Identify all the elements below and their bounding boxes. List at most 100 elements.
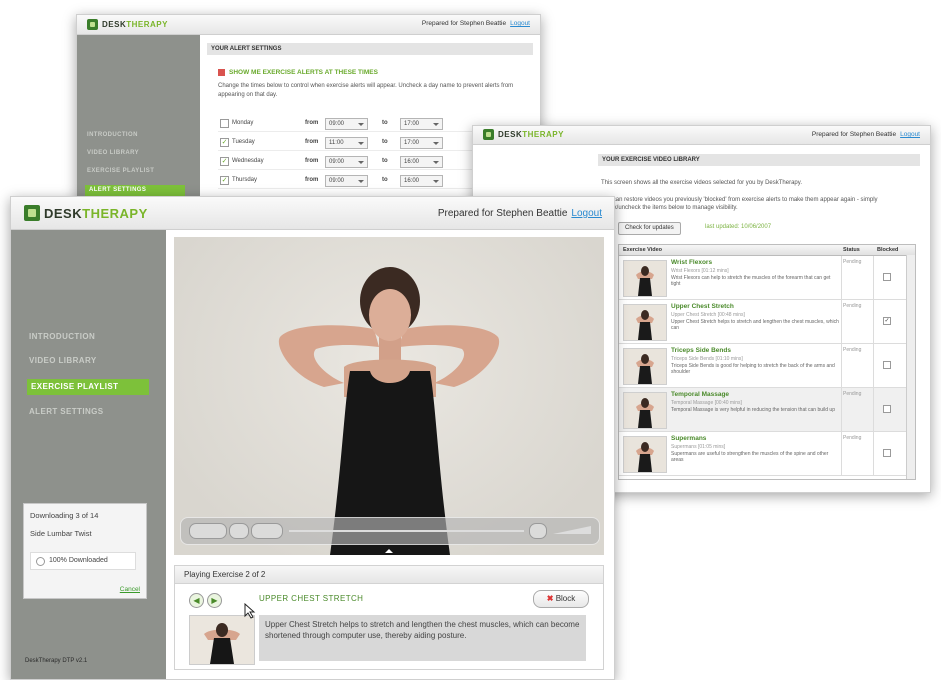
blocked-checkbox[interactable] (883, 449, 891, 457)
calendar-icon (218, 69, 225, 76)
volume-slider[interactable] (553, 526, 591, 534)
from-time-select[interactable]: 09:00 (325, 156, 368, 168)
to-time-select[interactable]: 16:00 (400, 175, 443, 187)
col-status[interactable]: Status (843, 247, 860, 253)
video-desc: Upper Chest Stretch helps to stretch and… (671, 319, 839, 331)
download-status-box: 100% Downloaded (30, 552, 136, 570)
version-label: DeskTherapy DTP v2.1 (25, 658, 88, 664)
library-window-topbar: DESK THERAPY Prepared for Stephen Beattie… (473, 126, 930, 145)
day-label: Monday (232, 120, 254, 126)
prepared-for: Prepared for Stephen Beattie Logout (421, 20, 530, 27)
table-row[interactable]: Temporal Massage Temporal Massage [00:40… (619, 388, 906, 432)
blocked-checkbox[interactable] (883, 273, 891, 281)
day-checkbox[interactable]: ✓ (220, 138, 229, 147)
video-title[interactable]: Upper Chest Stretch (671, 303, 734, 310)
column-divider (873, 256, 874, 299)
block-icon: ✖ (546, 594, 554, 603)
alert-window-topbar: DESK THERAPY Prepared for Stephen Beattie… (77, 15, 540, 35)
nav-introduction[interactable]: INTRODUCTION (29, 332, 95, 341)
nav-video-library[interactable]: VIDEO LIBRARY (87, 150, 139, 156)
video-player[interactable] (174, 237, 604, 555)
volume-button[interactable] (529, 523, 547, 539)
table-scrollbar[interactable] (906, 255, 915, 479)
nav-alert-settings[interactable]: ALERT SETTINGS (29, 407, 104, 416)
day-checkbox[interactable] (220, 119, 229, 128)
exercise-thumbnail (189, 615, 255, 665)
video-status: Pending (843, 435, 862, 441)
logout-link[interactable]: Logout (510, 20, 530, 27)
progress-track[interactable] (289, 530, 524, 532)
download-status: 100% Downloaded (49, 557, 108, 564)
from-time-select[interactable]: 09:00 (325, 175, 368, 187)
video-status: Pending (843, 347, 862, 353)
column-divider (841, 300, 842, 343)
col-exercise-video[interactable]: Exercise Video (623, 247, 662, 253)
cursor-icon (244, 603, 256, 619)
download-cancel-link[interactable]: Cancel (120, 586, 140, 593)
next-exercise-button[interactable]: ▶ (207, 593, 222, 608)
to-time-select[interactable]: 17:00 (400, 137, 443, 149)
column-divider (873, 388, 874, 431)
column-divider (841, 256, 842, 299)
column-divider (873, 432, 874, 475)
col-blocked[interactable]: Blocked (877, 247, 898, 253)
block-button[interactable]: ✖ Block (533, 590, 589, 608)
exercise-title: UPPER CHEST STRETCH (259, 594, 364, 603)
nav-exercise-playlist[interactable]: EXERCISE PLAYLIST (27, 379, 149, 395)
library-table: Exercise Video Status Blocked Wrist Flex… (618, 244, 916, 480)
day-checkbox[interactable]: ✓ (220, 176, 229, 185)
download-panel: Downloading 3 of 14 Side Lumbar Twist 10… (23, 503, 147, 599)
main-window-topbar: DESK THERAPY Prepared for Stephen Beattie… (11, 197, 614, 230)
table-row[interactable]: Upper Chest Stretch Upper Chest Stretch … (619, 300, 906, 344)
video-thumbnail (623, 304, 667, 341)
video-meta: Upper Chest Stretch [00:48 mins] (671, 312, 745, 318)
from-time-select[interactable]: 09:00 (325, 118, 368, 130)
video-title[interactable]: Triceps Side Bends (671, 347, 731, 354)
from-time-select[interactable]: 11:00 (325, 137, 368, 149)
main-playlist-window: DESK THERAPY Prepared for Stephen Beattie… (10, 196, 615, 680)
to-time-select[interactable]: 17:00 (400, 118, 443, 130)
video-desc: Supermans are useful to strengthen the m… (671, 451, 829, 463)
video-title[interactable]: Supermans (671, 435, 706, 442)
from-label: from (305, 120, 319, 126)
to-time-select[interactable]: 16:00 (400, 156, 443, 168)
expand-arrow-icon[interactable] (385, 545, 393, 553)
table-row[interactable]: Supermans Supermans [01:05 mins] Superma… (619, 432, 906, 476)
thumbnail-figure (204, 623, 240, 664)
logout-link[interactable]: Logout (900, 131, 920, 138)
check-updates-button[interactable]: Check for updates (618, 222, 681, 235)
nav-exercise-playlist[interactable]: EXERCISE PLAYLIST (87, 168, 154, 174)
prepared-for: Prepared for Stephen Beattie Logout (811, 131, 920, 138)
alert-instructions: Change the times below to control when e… (218, 83, 514, 98)
from-label: from (305, 177, 319, 183)
rewind-button[interactable] (189, 523, 227, 539)
from-label: from (305, 158, 319, 164)
spinner-icon (36, 557, 45, 566)
video-meta: Temporal Massage [00:40 mins] (671, 400, 742, 406)
video-title[interactable]: Temporal Massage (671, 391, 729, 398)
nav-introduction[interactable]: INTRODUCTION (87, 132, 138, 138)
video-title[interactable]: Wrist Flexors (671, 259, 712, 266)
column-divider (873, 344, 874, 387)
forward-button[interactable] (251, 523, 283, 539)
playing-label: Playing Exercise 2 of 2 (184, 570, 266, 579)
nav-alert-settings[interactable]: ALERT SETTINGS (85, 185, 185, 196)
prev-exercise-button[interactable]: ◀ (189, 593, 204, 608)
day-checkbox[interactable]: ✓ (220, 157, 229, 166)
to-label: to (382, 158, 388, 164)
brand-logo: DESK THERAPY (483, 129, 564, 140)
blocked-checkbox[interactable]: ✓ (883, 317, 891, 325)
play-pause-button[interactable] (229, 523, 249, 539)
logout-link[interactable]: Logout (571, 208, 602, 219)
video-controls (180, 517, 600, 545)
video-status: Pending (843, 303, 862, 309)
download-item: Side Lumbar Twist (30, 529, 92, 538)
video-status: Pending (843, 391, 862, 397)
table-row[interactable]: Wrist Flexors Wrist Flexors [01:12 mins]… (619, 256, 906, 300)
blocked-checkbox[interactable] (883, 361, 891, 369)
day-label: Wednesday (232, 158, 264, 164)
video-desc: Triceps Side Bends is good for helping t… (671, 363, 835, 375)
blocked-checkbox[interactable] (883, 405, 891, 413)
table-row[interactable]: Triceps Side Bends Triceps Side Bends [0… (619, 344, 906, 388)
nav-video-library[interactable]: VIDEO LIBRARY (29, 356, 97, 365)
